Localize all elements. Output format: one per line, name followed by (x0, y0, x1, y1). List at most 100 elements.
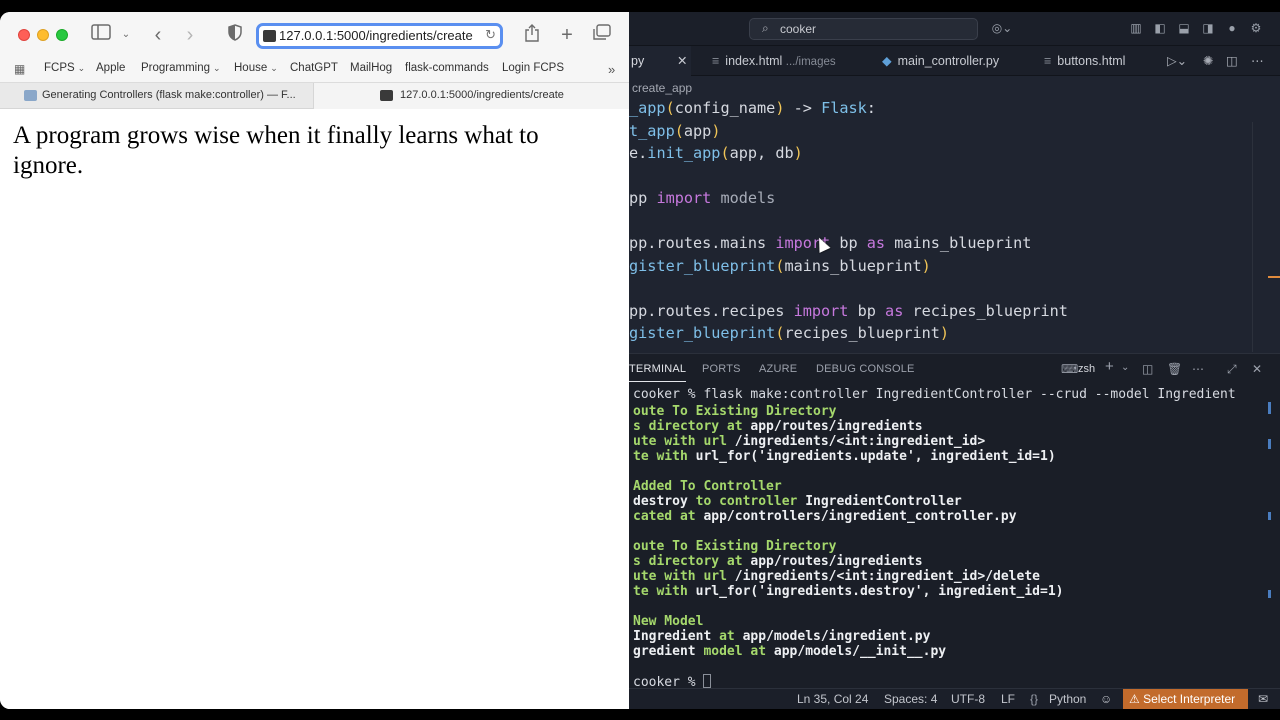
back-icon[interactable]: ‹ (150, 24, 166, 46)
terminal-text: s directory at (633, 554, 751, 569)
tab-terminal[interactable]: TERMINAL (629, 363, 687, 382)
breadcrumb[interactable]: create_app (632, 81, 692, 95)
code-line: gister_blueprint(mains_blueprint) (629, 256, 931, 275)
toggle-primary-sidebar-icon[interactable]: ◧ (1153, 21, 1167, 35)
terminal-text: cooker % flask make:controller Ingredien… (633, 387, 1236, 402)
tab-label: py (631, 54, 645, 68)
split-editor-icon[interactable]: ◫ (1226, 46, 1238, 76)
terminal-text: oute To Existing Directory (633, 404, 837, 419)
terminal-line: Added To Controller (633, 479, 782, 494)
new-tab-icon[interactable]: + (558, 24, 576, 46)
code-area[interactable]: _app(config_name) -> Flask: t_app(app) e… (629, 97, 1254, 352)
more-bookmarks-icon[interactable]: » (608, 62, 615, 77)
tab-title: Generating Controllers (flask make:contr… (42, 89, 296, 101)
tab-main-controller[interactable]: ◆ main_controller.py (882, 46, 999, 76)
terminal-line: gredient model at app/models/__init__.py (633, 644, 946, 659)
terminal-text: url_for('ingredients.update', ingredient… (695, 449, 1056, 464)
share-icon[interactable] (523, 24, 541, 46)
terminal-text: app/models/__init__.py (773, 644, 947, 659)
tab-index-html[interactable]: ≡ index.html .../images (712, 46, 836, 76)
indentation[interactable]: Spaces: 4 (884, 692, 937, 706)
terminal-text: s directory at (633, 419, 751, 434)
bookmark-fcps[interactable]: FCPS ⌄ (44, 62, 85, 74)
code-line: pp.routes.recipes import bp as recipes_b… (629, 301, 1068, 320)
interpreter-label: Select Interpreter (1143, 692, 1236, 706)
terminal-text: app/routes/ingredients (750, 419, 923, 434)
toggle-panel-icon[interactable]: ⬓ (1177, 21, 1191, 35)
close-panel-icon[interactable]: ✕ (1252, 362, 1262, 376)
bookmark-login-fcps[interactable]: Login FCPS (502, 62, 564, 74)
notifications-icon[interactable]: ✉ (1258, 692, 1268, 706)
braces-icon: {} (1030, 692, 1039, 706)
status-bar: Ln 35, Col 24 Spaces: 4 UTF-8 LF {} Pyth… (629, 688, 1280, 710)
bookmark-programming[interactable]: Programming ⌄ (141, 62, 221, 74)
bookmark-chatgpt[interactable]: ChatGPT (290, 62, 338, 74)
minimize-window-button[interactable] (37, 29, 49, 41)
terminal-line: ute with url /ingredients/<int:ingredien… (633, 434, 985, 449)
chevron-down-icon[interactable]: ⌄ (119, 24, 133, 46)
toggle-secondary-sidebar-icon[interactable]: ◨ (1201, 21, 1215, 35)
warning-icon: ⚠ (1129, 692, 1140, 706)
more-actions-icon[interactable]: ⋯ (1251, 46, 1264, 76)
line-ending[interactable]: LF (1001, 692, 1015, 706)
more-actions-icon[interactable]: ⋯ (1192, 362, 1204, 376)
terminal-text: app/controllers/ingredient_controller.py (703, 509, 1017, 524)
tab-label: buttons.html (1057, 54, 1126, 68)
tab-ingredients-create[interactable]: 127.0.0.1:5000/ingredients/create (314, 83, 629, 109)
tab-ports[interactable]: PORTS (702, 363, 741, 375)
address-bar[interactable]: 127.0.0.1:5000/ingredients/create ↻ (256, 23, 503, 49)
encoding[interactable]: UTF-8 (951, 692, 985, 706)
chatgpt-icon[interactable]: ✺ (1203, 46, 1213, 76)
zoom-window-button[interactable] (56, 29, 68, 41)
browser-toolbar: ⌄ ‹ › 127.0.0.1:5000/ingredients/create … (0, 12, 629, 58)
chevron-down-icon: ⌄ (213, 63, 221, 73)
reload-icon[interactable]: ↻ (485, 27, 496, 43)
copilot-icon[interactable]: ◎⌄ (989, 21, 1015, 35)
tab-buttons-html[interactable]: ≡ buttons.html (1044, 46, 1125, 76)
tab-generating-controllers[interactable]: Generating Controllers (flask make:contr… (0, 83, 314, 109)
terminal-line: cated at app/controllers/ingredient_cont… (633, 509, 1017, 524)
select-interpreter-button[interactable]: ⚠ Select Interpreter (1123, 689, 1248, 710)
tab-overview-icon[interactable] (592, 24, 612, 46)
chevron-down-icon[interactable]: ⌄ (1121, 362, 1129, 373)
terminal-line: s directory at app/routes/ingredients (633, 419, 923, 434)
bookmark-apple[interactable]: Apple (96, 62, 125, 74)
overview-ruler-marker (1268, 276, 1280, 278)
run-icon[interactable]: ▷⌄ (1167, 46, 1187, 76)
command-center[interactable]: ⌕ cooker (749, 18, 978, 40)
cursor-position[interactable]: Ln 35, Col 24 (797, 692, 868, 706)
terminal-cursor (703, 674, 712, 688)
bookmark-flask-commands[interactable]: flask-commands (405, 62, 489, 74)
page-quote-text: A program grows wise when it finally lea… (13, 122, 539, 179)
close-icon[interactable]: ✕ (677, 46, 687, 76)
terminal-output[interactable]: cooker % flask make:controller Ingredien… (629, 387, 1264, 690)
terminal-line: oute To Existing Directory (633, 404, 837, 419)
maximize-panel-icon[interactable]: ⤢ (1227, 362, 1237, 377)
tab-azure[interactable]: AZURE (759, 363, 797, 375)
gear-icon[interactable]: ⚙ (1249, 21, 1263, 35)
terminal-scroll-marker (1268, 590, 1271, 598)
bookmarks-bar: ▦ FCPS ⌄ Apple Programming ⌄ House ⌄ ChatGP… (0, 58, 629, 82)
language-mode[interactable]: Python (1049, 692, 1086, 706)
search-icon: ⌕ (762, 21, 769, 35)
trash-icon[interactable]: 🗑 (1167, 362, 1182, 376)
bookmark-mailhog[interactable]: MailHog (350, 62, 392, 74)
tab-python-file[interactable]: py ✕ (629, 46, 691, 76)
address-text[interactable]: 127.0.0.1:5000/ingredients/create (279, 28, 473, 43)
shell-name[interactable]: zsh (1078, 363, 1095, 375)
split-terminal-icon[interactable]: ◫ (1142, 362, 1153, 376)
privacy-shield-icon[interactable] (226, 24, 244, 46)
terminal-line: oute To Existing Directory (633, 539, 837, 554)
account-icon[interactable]: ● (1225, 21, 1239, 35)
tab-debug-console[interactable]: DEBUG CONSOLE (816, 363, 915, 375)
terminal-text: url_for('ingredients.destroy', ingredien… (695, 584, 1064, 599)
sidebar-toggle-icon[interactable] (90, 24, 112, 46)
grid-icon[interactable]: ▦ (14, 62, 25, 76)
copilot-status-icon[interactable]: ☺ (1100, 692, 1112, 706)
new-terminal-icon[interactable]: + (1105, 358, 1114, 375)
bookmark-house[interactable]: House ⌄ (234, 62, 278, 74)
close-window-button[interactable] (18, 29, 30, 41)
tab-path-hint: .../images (785, 56, 836, 68)
forward-icon[interactable]: › (182, 24, 198, 46)
customize-layout-icon[interactable]: ▥ (1129, 21, 1143, 35)
